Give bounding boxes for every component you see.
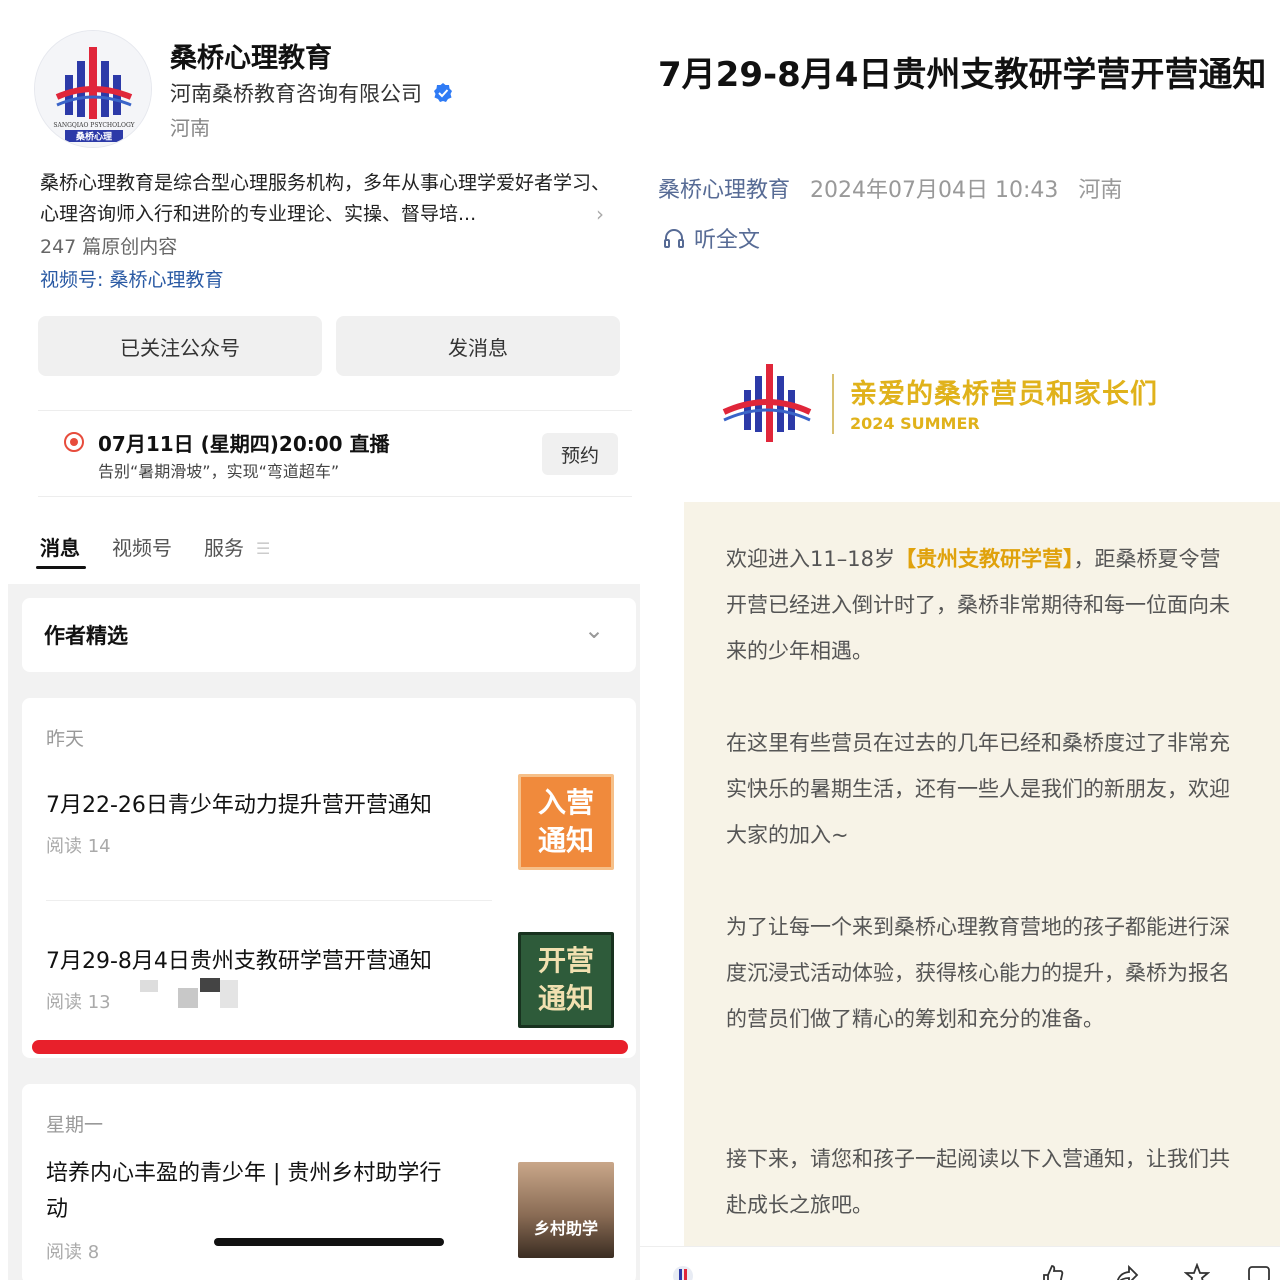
- followed-button[interactable]: 已关注公众号: [38, 316, 322, 376]
- article-reads: 阅读 14: [46, 836, 111, 857]
- account-description[interactable]: 桑桥心理教育是综合型心理服务机构，多年从事心理学爱好者学习、心理咨询师入行和进阶…: [40, 168, 620, 230]
- article-meta: 桑桥心理教育 2024年07月04日 10:43 河南: [658, 172, 1122, 204]
- article-account-link[interactable]: 桑桥心理教育: [658, 172, 790, 204]
- star-icon[interactable]: [1184, 1263, 1210, 1280]
- date-label: 昨天: [46, 728, 85, 750]
- like-icon[interactable]: [1040, 1263, 1066, 1280]
- date-label: 星期一: [46, 1114, 104, 1136]
- account-avatar-icon[interactable]: [670, 1263, 696, 1280]
- menu-icon[interactable]: ☰: [256, 539, 270, 558]
- censor-block: [220, 980, 238, 1008]
- highlight-text: 【贵州支教研学营】: [894, 547, 1074, 571]
- account-avatar[interactable]: SANGQIAO PSYCHOLOGY 桑桥心理: [34, 30, 152, 148]
- company-name: 河南桑桥教育咨询有限公司: [170, 78, 454, 108]
- account-name: 桑桥心理教育: [170, 43, 332, 74]
- divider: [38, 410, 632, 411]
- listen-label: 听全文: [694, 228, 761, 253]
- article-body: 欢迎进入11–18岁【贵州支教研学营】，距桑桥夏令营开营已经进入倒计时了，桑桥非…: [684, 502, 1280, 1262]
- article-datetime: 2024年07月04日 10:43: [810, 178, 1059, 203]
- original-count[interactable]: 247 篇原创内容: [40, 232, 177, 259]
- live-subtitle: 告别“暑期滑坡”，实现“弯道超车”: [98, 462, 340, 481]
- paragraph: 接下来，请您和孩子一起阅读以下入营通知，让我们共赴成长之旅吧。: [726, 1147, 1230, 1217]
- article-thumbnail[interactable]: 乡村助学: [518, 1162, 614, 1258]
- company-label: 河南桑桥教育咨询有限公司: [170, 82, 422, 106]
- divider: [38, 496, 632, 497]
- svg-text:桑桥心理: 桑桥心理: [75, 131, 112, 143]
- article-heading: 7月29-8月4日贵州支教研学营开营通知: [658, 55, 1267, 95]
- banner-separator: [832, 374, 834, 434]
- tab-channels[interactable]: 视频号: [112, 532, 172, 561]
- chevron-right-icon[interactable]: ›: [596, 202, 604, 226]
- paragraph: 为了让每一个来到桑桥心理教育营地的孩子都能进行深度沉浸式活动体验，获得核心能力的…: [726, 915, 1230, 1031]
- article-title[interactable]: 培养内心丰盈的青少年 | 贵州乡村助学行: [46, 1156, 441, 1192]
- sangqiao-logo-icon: SANGQIAO PSYCHOLOGY 桑桥心理: [35, 31, 151, 147]
- article-title[interactable]: 7月29-8月4日贵州支教研学营开营通知: [46, 944, 432, 980]
- feed-card-monday: 星期一 培养内心丰盈的青少年 | 贵州乡村助学行 动 阅读 8 乡村助学: [22, 1084, 636, 1280]
- share-icon[interactable]: [1114, 1263, 1140, 1280]
- live-indicator-icon: [64, 432, 84, 452]
- active-tab-indicator: [36, 566, 86, 569]
- censor-block: [200, 978, 220, 992]
- feed-card-yesterday: 昨天 7月22-26日青少年动力提升营开营通知 阅读 14 入营 通知 7月29…: [22, 698, 636, 1058]
- article-region: 河南: [1078, 178, 1123, 203]
- account-profile-panel: SANGQIAO PSYCHOLOGY 桑桥心理 桑桥心理教育 河南桑桥教育咨询…: [0, 0, 640, 1280]
- article-title[interactable]: 7月22-26日青少年动力提升营开营通知: [46, 788, 432, 824]
- banner-title: 亲爱的桑桥营员和家长们: [850, 379, 1158, 410]
- listen-button[interactable]: 听全文: [662, 222, 760, 254]
- thumb-text: 通知: [537, 982, 594, 1015]
- censor-block: [140, 980, 158, 992]
- thumb-text: 通知: [537, 824, 594, 857]
- article-thumbnail[interactable]: 开营 通知: [518, 932, 614, 1028]
- paragraph: 欢迎进入11–18岁【贵州支教研学营】，距桑桥夏令营开营已经进入倒计时了，桑桥非…: [726, 536, 1236, 674]
- comment-icon[interactable]: [1246, 1263, 1272, 1280]
- profile-tabs: 消息 视频号 服务: [40, 532, 244, 561]
- red-annotation-underline: [32, 1040, 628, 1054]
- tab-services[interactable]: 服务: [204, 532, 244, 561]
- live-title[interactable]: 07月11日 (星期四)20:00 直播: [98, 428, 390, 457]
- sangqiao-logo-icon: [722, 364, 812, 442]
- chevron-down-icon[interactable]: ⌄: [584, 616, 604, 644]
- paragraph: 在这里有些营员在过去的几年已经和桑桥度过了非常充实快乐的暑期生活，还有一些人是我…: [726, 731, 1230, 847]
- reserve-button[interactable]: 预约: [542, 433, 618, 475]
- paragraph-text: 欢迎进入11–18岁: [726, 547, 895, 571]
- article-toolbar: [640, 1246, 1280, 1280]
- censor-block: [178, 988, 198, 1008]
- tab-messages[interactable]: 消息: [40, 532, 80, 561]
- send-message-button[interactable]: 发消息: [336, 316, 620, 376]
- article-title-cont[interactable]: 动: [46, 1192, 68, 1228]
- article-reads: 阅读 8: [46, 1242, 100, 1263]
- channel-link[interactable]: 视频号: 桑桥心理教育: [40, 265, 223, 292]
- thumb-text: 开营: [537, 944, 594, 977]
- author-picks-title: 作者精选: [44, 624, 128, 648]
- home-indicator[interactable]: [214, 1238, 444, 1246]
- verified-badge-icon: [434, 83, 452, 102]
- article-panel: 7月29-8月4日贵州支教研学营开营通知 桑桥心理教育 2024年07月04日 …: [640, 0, 1280, 1280]
- thumb-text: 入营: [537, 786, 594, 819]
- thumb-text: 乡村助学: [533, 1219, 598, 1238]
- article-thumbnail[interactable]: 入营 通知: [518, 774, 614, 870]
- banner-subtitle: 2024 SUMMER: [850, 414, 980, 433]
- account-region: 河南: [170, 116, 210, 140]
- divider: [46, 900, 492, 901]
- headphones-icon: [664, 229, 684, 248]
- article-reads: 阅读 13: [46, 992, 111, 1013]
- author-picks-card[interactable]: 作者精选 ⌄: [22, 598, 636, 672]
- svg-text:SANGQIAO PSYCHOLOGY: SANGQIAO PSYCHOLOGY: [53, 122, 135, 129]
